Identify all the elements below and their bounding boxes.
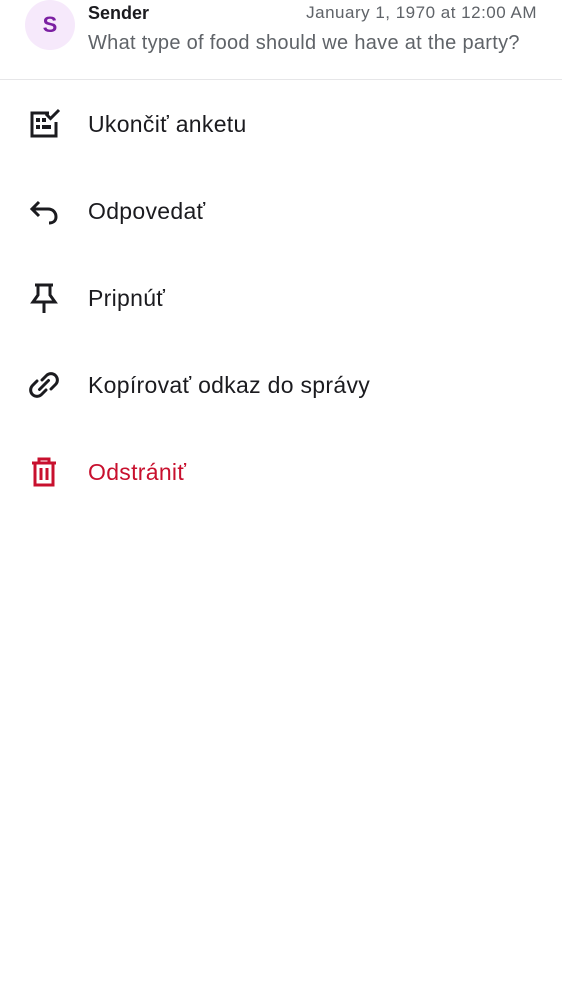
pin-label: Pripnúť [88, 284, 166, 311]
delete-menu-item[interactable]: Odstrániť [0, 428, 562, 515]
reply-label: Odpovedať [88, 197, 206, 224]
copy-link-menu-item[interactable]: Kopírovať odkaz do správy [0, 341, 562, 428]
reply-menu-item[interactable]: Odpovedať [0, 167, 562, 254]
pin-menu-item[interactable]: Pripnúť [0, 254, 562, 341]
message-actions-sheet: S Sender January 1, 1970 at 12:00 AM Wha… [0, 0, 562, 1000]
avatar: S [25, 0, 75, 50]
delete-label: Odstrániť [88, 458, 187, 485]
link-icon [27, 368, 61, 402]
end-poll-icon [27, 107, 61, 141]
trash-icon [27, 455, 61, 489]
message-timestamp: January 1, 1970 at 12:00 AM [306, 3, 537, 22]
sender-name: Sender [88, 3, 150, 23]
avatar-letter: S [42, 12, 58, 37]
end-poll-label: Ukončiť anketu [88, 110, 247, 137]
copy-link-label: Kopírovať odkaz do správy [88, 371, 371, 398]
actions-menu: Ukončiť anketu Odpovedať Pripnúť Kopírov… [0, 80, 562, 515]
end-poll-menu-item[interactable]: Ukončiť anketu [0, 80, 562, 167]
message-header: S Sender January 1, 1970 at 12:00 AM Wha… [0, 0, 562, 80]
pin-icon [27, 281, 61, 315]
message-preview: What type of food should we have at the … [88, 32, 520, 54]
reply-icon [27, 194, 61, 228]
